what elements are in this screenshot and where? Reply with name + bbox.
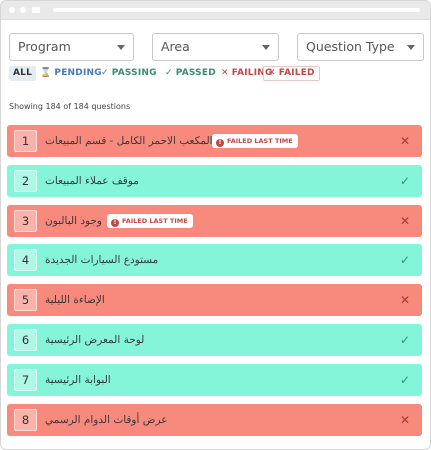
area-select[interactable]: Area: [152, 33, 279, 61]
question-title: وجود البالبون: [45, 214, 102, 227]
question-number: 1: [14, 130, 37, 152]
chevron-down-icon: [262, 45, 270, 50]
question-number: 4: [14, 249, 37, 272]
program-select[interactable]: Program: [9, 33, 134, 61]
address-bar[interactable]: [53, 8, 420, 12]
question-row[interactable]: 8 عرض أوقات الدوام الرسمي ✕: [7, 403, 422, 436]
check-icon: ✓: [165, 68, 173, 78]
check-icon[interactable]: ✓: [400, 324, 410, 356]
results-count: Showing 184 of 184 questions: [9, 102, 131, 111]
question-title: لوحة المعرض الرئيسية: [45, 334, 145, 346]
question-type-select[interactable]: Question Type: [297, 33, 424, 61]
question-title: مستودع السيارات الجديدة: [45, 254, 159, 267]
window-dot-icon: [9, 7, 15, 13]
failed-last-time-badge: ! FAILED LAST TIME: [107, 213, 193, 228]
chip-passed-label: PASSED: [175, 68, 216, 78]
alert-icon: !: [216, 139, 224, 147]
alert-icon: !: [111, 218, 119, 227]
chip-failed[interactable]: ✕ FAILED: [263, 66, 320, 81]
x-icon[interactable]: ✕: [400, 125, 410, 157]
check-icon[interactable]: ✓: [400, 364, 410, 396]
window-dot-icon: [20, 7, 26, 13]
question-number: 6: [14, 329, 37, 351]
question-number: 5: [14, 289, 37, 312]
x-icon: ✕: [268, 68, 276, 78]
question-title: البوابة الرئيسية: [45, 373, 111, 386]
chevron-down-icon: [117, 45, 125, 50]
app-window: Program Area Question Type ALL ⌛ PENDING …: [0, 0, 431, 450]
chip-all[interactable]: ALL: [9, 66, 37, 81]
question-row[interactable]: 2 موقف عملاء المبيعات ✓: [7, 164, 422, 197]
failed-last-time-label: FAILED LAST TIME: [227, 137, 293, 145]
chip-passing[interactable]: ✓ PASSING: [97, 66, 161, 81]
chip-pending[interactable]: ⌛ PENDING: [36, 66, 106, 81]
program-select-label: Program: [18, 39, 71, 54]
x-icon: ✕: [221, 68, 229, 78]
question-row[interactable]: 3 وجود البالبون! FAILED LAST TIME ✕: [7, 204, 422, 237]
check-icon[interactable]: ✓: [400, 244, 410, 276]
question-number: 7: [14, 368, 37, 391]
filter-bar: Program Area Question Type: [9, 33, 424, 63]
chip-passed[interactable]: ✓ PASSED: [161, 66, 220, 81]
check-icon: ✓: [101, 68, 109, 78]
question-row[interactable]: 4 مستودع السيارات الجديدة ✓: [7, 244, 422, 277]
question-title: موقف عملاء المبيعات: [45, 174, 139, 187]
question-row[interactable]: 1 شكل المكعب الاحمر الكامل - قسم المبيعات…: [7, 125, 422, 157]
status-filter-chips: ALL ⌛ PENDING ✓ PASSING ✓ PASSED ✕ FAILING ✕…: [9, 66, 422, 82]
question-row[interactable]: 7 البوابة الرئيسية ✓: [7, 363, 422, 396]
chip-all-label: ALL: [13, 68, 33, 78]
question-number: 8: [14, 408, 37, 431]
question-title: عرض أوقات الدوام الرسمي: [45, 413, 168, 426]
question-number: 3: [14, 209, 37, 232]
question-title: شكل المكعب الاحمر الكامل - قسم المبيعات: [45, 135, 239, 147]
check-icon[interactable]: ✓: [400, 165, 410, 197]
question-title: الإضاءة الليلية: [45, 294, 105, 307]
area-select-label: Area: [161, 39, 190, 54]
question-row[interactable]: 5 الإضاءة الليلية ✕: [7, 284, 422, 317]
hourglass-icon: ⌛: [40, 68, 52, 78]
browser-chrome: [1, 1, 430, 20]
chip-pending-label: PENDING: [54, 68, 102, 78]
question-row[interactable]: 6 لوحة المعرض الرئيسية ✓: [7, 324, 422, 356]
x-icon[interactable]: ✕: [400, 284, 410, 316]
failed-last-time-label: FAILED LAST TIME: [122, 216, 188, 225]
x-icon[interactable]: ✕: [400, 205, 410, 237]
failed-last-time-badge: ! FAILED LAST TIME: [212, 134, 298, 148]
chevron-down-icon: [407, 45, 415, 50]
window-tab-icon: [32, 7, 40, 13]
question-type-select-label: Question Type: [306, 39, 395, 54]
chip-failed-label: FAILED: [278, 68, 315, 78]
question-number: 2: [14, 169, 37, 192]
chip-passing-label: PASSING: [111, 68, 157, 78]
x-icon[interactable]: ✕: [400, 404, 410, 436]
